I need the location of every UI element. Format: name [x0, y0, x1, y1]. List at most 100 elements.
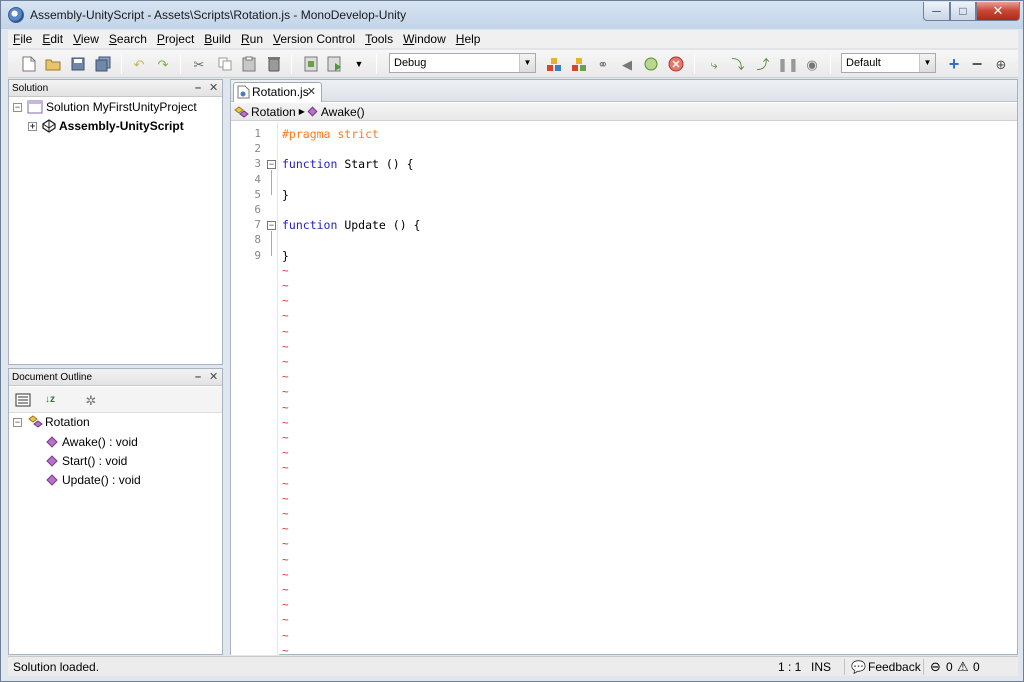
code-line[interactable]: #pragma strict — [282, 127, 379, 141]
build-solution-icon[interactable] — [545, 55, 563, 73]
warning-count[interactable]: 0 — [973, 657, 980, 677]
code-line[interactable]: function Update () { — [282, 218, 420, 232]
filler-marker: ~ — [282, 324, 289, 338]
close-button[interactable]: ✕ — [976, 2, 1020, 21]
filler-marker: ~ — [282, 370, 289, 384]
menu-help[interactable]: Help — [451, 30, 486, 49]
step-icon[interactable]: ◀ — [618, 55, 636, 73]
menu-file[interactable]: File — [8, 30, 37, 49]
remove-layout-icon[interactable]: − — [968, 55, 986, 73]
menu-label: iew — [80, 31, 99, 46]
tab-rotation-js[interactable]: Rotation.js ✕ — [233, 82, 322, 102]
rebuild-icon[interactable] — [570, 55, 588, 73]
menu-version-control[interactable]: Version Control — [268, 30, 360, 49]
outline-settings-icon[interactable]: ✲ — [82, 391, 100, 409]
maximize-button[interactable]: □ — [950, 2, 976, 21]
code-line[interactable]: } — [282, 188, 289, 202]
menu-window[interactable]: Window — [398, 30, 451, 49]
filler-marker: ~ — [282, 339, 289, 353]
code-line[interactable]: function Start () { — [282, 157, 414, 171]
fold-toggle-icon[interactable]: − — [267, 160, 276, 170]
dropdown-icon[interactable]: ▼ — [350, 55, 368, 73]
menu-tools[interactable]: Tools — [360, 30, 398, 49]
error-count[interactable]: 0 — [946, 657, 953, 677]
title-bar: Assembly-UnityScript - Assets\Scripts\Ro… — [1, 1, 1023, 29]
debug-icon[interactable] — [642, 55, 660, 73]
code-line[interactable]: } — [282, 249, 289, 263]
fold-toggle-icon[interactable]: − — [267, 221, 276, 231]
menu-run[interactable]: Run — [236, 30, 268, 49]
open-icon[interactable] — [44, 55, 62, 73]
filler-marker: ~ — [282, 613, 289, 627]
run-icon[interactable] — [326, 55, 344, 73]
breadcrumb-member[interactable]: Awake() — [321, 103, 365, 121]
tab-label: Rotation.js — [252, 85, 309, 99]
menu-accelerator: W — [403, 31, 415, 46]
code-editor: Rotation.js ✕ Rotation ▶ Awake() 1 2 3−4 5 6… — [230, 79, 1018, 657]
expand-icon[interactable]: + — [28, 121, 37, 131]
delete-icon[interactable] — [265, 55, 283, 73]
outline-member-item[interactable]: Update() : void — [46, 473, 141, 487]
build-icon[interactable] — [302, 55, 320, 73]
outline-member-item[interactable]: Awake() : void — [46, 435, 138, 449]
chevron-down-icon[interactable]: ▼ — [919, 54, 935, 72]
step-into-icon[interactable]: ⤵ — [729, 55, 747, 73]
breakpoint-icon[interactable]: ◉ — [803, 55, 821, 73]
toolbar-separator — [121, 54, 122, 74]
minimize-button[interactable]: ─ — [923, 2, 950, 21]
outline-list-icon[interactable] — [14, 391, 32, 409]
configuration-combo[interactable]: Debug ▼ — [389, 53, 536, 73]
pad-minimize-button[interactable]: – — [195, 80, 201, 97]
chevron-down-icon[interactable]: ▼ — [519, 54, 535, 72]
line-number-gutter: 1 2 3−4 5 6 7−8 9 — [231, 122, 279, 655]
menu-build[interactable]: Build — [199, 30, 236, 49]
menu-project[interactable]: Project — [152, 30, 199, 49]
paste-icon[interactable] — [240, 55, 258, 73]
pause-icon[interactable]: ❚❚ — [777, 55, 799, 73]
pad-close-button[interactable]: ✕ — [209, 369, 218, 386]
layout-combo[interactable]: Default ▼ — [841, 53, 936, 73]
outline-root-item[interactable]: − Rotation — [13, 415, 90, 429]
new-file-icon[interactable] — [20, 55, 38, 73]
outline-toolbar: ↓z ✲ — [9, 387, 222, 413]
filler-marker: ~ — [282, 567, 289, 581]
sort-az-icon[interactable]: ↓z — [41, 391, 59, 409]
cut-icon[interactable]: ✂ — [190, 55, 208, 73]
code-area[interactable]: #pragma strict function Start () {} functi… — [282, 122, 1017, 655]
menu-label: indow — [414, 31, 446, 46]
filler-marker: ~ — [282, 415, 289, 429]
outline-member-item[interactable]: Start() : void — [46, 454, 127, 468]
pad-minimize-button[interactable]: – — [195, 369, 201, 386]
filler-marker: ~ — [282, 552, 289, 566]
class-icon — [234, 105, 249, 118]
outline-root-label: Rotation — [45, 415, 90, 429]
collapse-icon[interactable]: − — [13, 102, 22, 112]
code-token: Start () { — [337, 157, 414, 172]
feedback-button[interactable]: Feedback — [868, 657, 921, 677]
menu-label: elp — [464, 31, 481, 46]
step-over-icon[interactable]: ⤷ — [705, 55, 723, 73]
save-icon[interactable] — [69, 55, 87, 73]
redo-icon[interactable]: ↷ — [154, 55, 172, 73]
step-out-icon[interactable]: ⤴ — [754, 55, 772, 73]
attach-icon[interactable]: ⚭ — [594, 55, 612, 73]
save-all-icon[interactable] — [94, 55, 112, 73]
breadcrumb-class[interactable]: Rotation — [251, 103, 296, 121]
layout-icon[interactable]: ⊕ — [992, 55, 1010, 73]
stop-icon[interactable] — [667, 55, 685, 73]
solution-tree-item[interactable]: − Solution MyFirstUnityProject — [13, 100, 197, 114]
menu-view[interactable]: View — [68, 30, 104, 49]
directive-token: #pragma strict — [282, 127, 379, 141]
copy-icon[interactable] — [216, 55, 234, 73]
pad-close-button[interactable]: ✕ — [209, 80, 218, 97]
add-layout-icon[interactable]: + — [945, 55, 963, 73]
close-tab-icon[interactable]: ✕ — [307, 83, 316, 101]
js-file-icon — [237, 85, 250, 99]
line-number: 2 — [254, 142, 261, 156]
project-tree-item[interactable]: + Assembly-UnityScript — [28, 119, 184, 133]
collapse-icon[interactable]: − — [13, 417, 22, 427]
menu-edit[interactable]: Edit — [37, 30, 68, 49]
undo-icon[interactable]: ↶ — [130, 55, 148, 73]
menu-search[interactable]: Search — [104, 30, 152, 49]
menu-accelerator: S — [108, 31, 117, 46]
